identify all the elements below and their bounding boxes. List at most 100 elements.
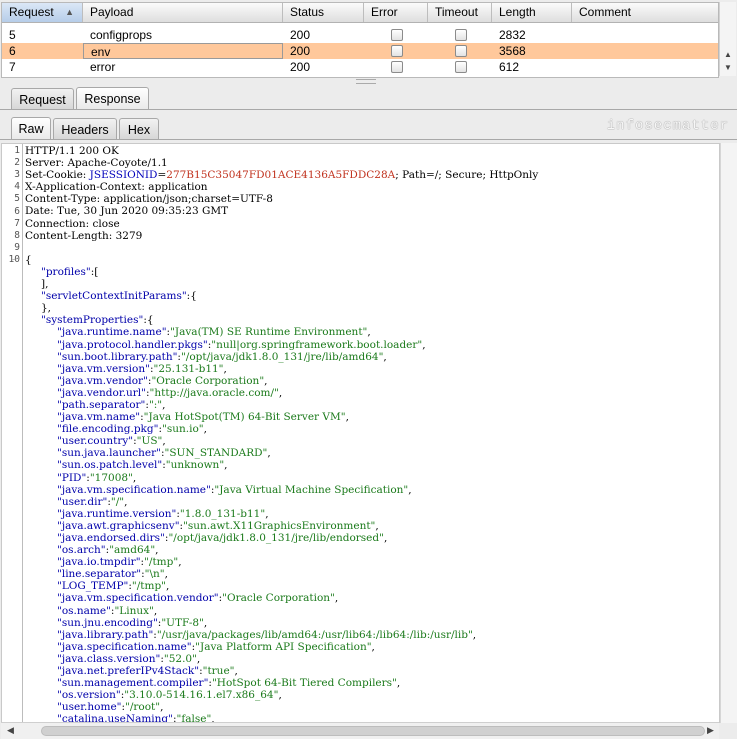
scroll-down-arrow-icon[interactable]: ▼ <box>724 63 732 72</box>
column-header-status[interactable]: Status <box>283 3 364 22</box>
tab-headers[interactable]: Headers <box>53 118 117 140</box>
json-punct: , <box>153 604 158 617</box>
json-punct: , <box>278 386 283 399</box>
code-line: "sun.os.patch.level":"unknown", <box>25 459 719 471</box>
error-checkbox[interactable] <box>391 29 403 41</box>
code-line: "sun.management.compiler":"HotSpot 64-Bi… <box>25 677 719 689</box>
scroll-up-arrow-icon[interactable]: ▲ <box>724 50 732 59</box>
pane-splitter[interactable] <box>0 78 737 84</box>
cell-request: 6 <box>9 44 16 58</box>
error-checkbox[interactable] <box>391 45 403 57</box>
column-header-timeout[interactable]: Timeout <box>428 3 492 22</box>
json-value: "Java(TM) SE Runtime Environment" <box>170 326 368 339</box>
json-key: "os.version" <box>57 689 121 702</box>
json-key: "java.library.path" <box>57 628 154 641</box>
cookie-name: JSESSIONID <box>89 169 158 182</box>
tab-divider <box>0 109 737 110</box>
column-header-error[interactable]: Error <box>364 3 428 22</box>
json-key: "java.awt.graphicsenv" <box>57 519 180 532</box>
column-label: Status <box>290 5 325 19</box>
line-number: 6 <box>14 205 20 217</box>
code-line: "sun.jnu.encoding":"UTF-8", <box>25 617 719 629</box>
json-value: "/root" <box>125 701 161 714</box>
editor-horizontal-scrollbar[interactable]: ◀ ▶ <box>1 722 719 739</box>
json-value: "http://java.oracle.com/" <box>149 386 279 399</box>
json-punct: , <box>265 507 269 520</box>
response-editor[interactable]: 1 2 3 4 5 6 7 8 9 10− HTTP/1.1 200 OK Server: Apac… <box>1 143 720 723</box>
cell-length: 2832 <box>499 28 526 42</box>
column-header-length[interactable]: Length <box>492 3 572 22</box>
column-label: Error <box>371 5 398 19</box>
cell-status: 200 <box>290 44 311 58</box>
column-header-payload[interactable]: Payload <box>83 3 283 22</box>
column-header-request[interactable]: Request ▲ <box>2 3 83 22</box>
code-line: "file.encoding.pkg":"sun.io", <box>25 423 719 435</box>
tab-hex[interactable]: Hex <box>119 118 159 140</box>
timeout-checkbox[interactable] <box>455 61 467 73</box>
header-text: Server: Apache-Coyote/1.1 <box>25 157 168 170</box>
scroll-right-arrow-icon[interactable]: ▶ <box>707 725 714 736</box>
code-line: "java.io.tmpdir":"/tmp", <box>25 556 719 568</box>
code-line: "java.protocol.handler.pkgs":"null|org.s… <box>25 339 719 351</box>
json-punct: }, <box>41 302 52 315</box>
error-checkbox[interactable] <box>391 61 403 73</box>
json-key: "user.home" <box>57 701 122 714</box>
cookie-value: 277B15C35047FD01ACE4136A5FDDC28A <box>166 169 396 182</box>
scroll-left-arrow-icon[interactable]: ◀ <box>7 725 14 736</box>
code-line: "java.vm.specification.name":"Java Virtu… <box>25 484 719 496</box>
code-line: "systemProperties":{ <box>25 314 719 326</box>
tab-request[interactable]: Request <box>11 88 74 110</box>
timeout-checkbox[interactable] <box>455 45 467 57</box>
header-text: X-Application-Context: application <box>25 181 208 194</box>
json-value: "/opt/java/jdk1.8.0_131/jre/lib/amd64" <box>180 350 384 363</box>
header-text: = <box>157 169 167 182</box>
results-scrollbar[interactable]: ▲ ▼ <box>719 2 736 76</box>
column-header-comment[interactable]: Comment <box>572 3 718 22</box>
code-line: ], <box>25 278 719 290</box>
json-punct: , <box>178 556 182 569</box>
json-value: "amd64" <box>109 544 156 557</box>
json-punct: ], <box>41 278 49 291</box>
table-row-selected[interactable]: 6 env 200 3568 <box>2 43 718 59</box>
splitter-grip-icon[interactable] <box>356 79 376 84</box>
code-line: Connection: close <box>25 218 719 230</box>
timeout-checkbox[interactable] <box>455 29 467 41</box>
code-line: "java.library.path":"/usr/java/packages/… <box>25 629 719 641</box>
json-punct: , <box>203 423 207 436</box>
line-number: 1 <box>14 145 20 156</box>
tab-raw[interactable]: Raw <box>11 117 51 140</box>
header-text: Set-Cookie: <box>25 169 90 182</box>
results-table: Request ▲ Payload Status Error Timeout Le… <box>1 2 719 78</box>
scroll-thumb[interactable] <box>41 726 705 736</box>
tab-response[interactable]: Response <box>76 87 149 110</box>
code-line: HTTP/1.1 200 OK <box>25 145 719 157</box>
editor-vertical-scrollbar[interactable] <box>720 143 737 723</box>
json-value: "null|org.springframework.boot.loader" <box>211 338 423 351</box>
json-punct: , <box>155 544 159 557</box>
json-punct: , <box>160 701 164 714</box>
table-row[interactable]: 5 configprops 200 2832 <box>2 27 718 43</box>
response-text[interactable]: HTTP/1.1 200 OK Server: Apache-Coyote/1.1… <box>25 145 719 722</box>
table-row[interactable]: 7 error 200 612 <box>2 59 718 75</box>
code-line: }, <box>25 302 719 314</box>
json-value: "25.131-b11" <box>153 362 224 375</box>
json-punct: , <box>345 411 349 424</box>
json-value: "HotSpot 64-Bit Tiered Compilers" <box>211 677 397 690</box>
fold-toggle-icon[interactable]: − <box>12 255 17 264</box>
json-key: "user.country" <box>57 435 134 448</box>
code-line: "java.net.preferIPv4Stack":"true", <box>25 665 719 677</box>
json-punct: :[ <box>90 265 99 278</box>
json-key: "java.protocol.handler.pkgs" <box>57 338 208 351</box>
line-number: 3 <box>14 169 20 181</box>
json-value: "Oracle Corporation" <box>222 592 335 605</box>
code-line: Set-Cookie: JSESSIONID=277B15C35047FD01A… <box>25 169 719 181</box>
code-line: "line.separator":"\n", <box>25 568 719 580</box>
json-value: "17008" <box>89 471 133 484</box>
sort-ascending-icon: ▲ <box>65 7 74 17</box>
json-value: "Java Platform API Specification" <box>195 640 372 653</box>
json-punct: , <box>234 665 238 678</box>
cell-payload[interactable]: env <box>83 43 283 59</box>
json-value: "/opt/java/jdk1.8.0_131/jre/lib/endorsed… <box>168 532 384 544</box>
json-value: "52.0" <box>163 652 197 665</box>
code-line: Date: Tue, 30 Jun 2020 09:35:23 GMT <box>25 205 719 217</box>
